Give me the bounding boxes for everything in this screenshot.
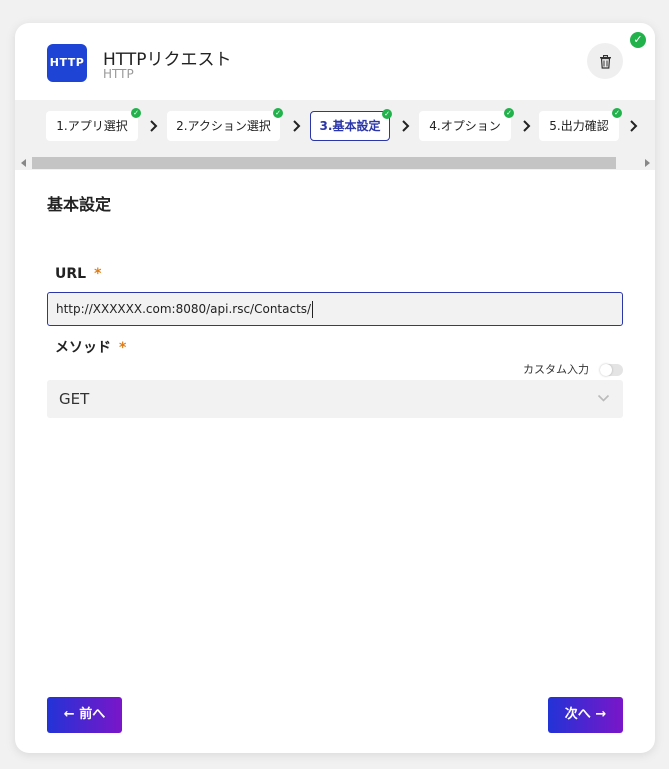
step-basic-settings[interactable]: 3.基本設定 ✓: [310, 109, 392, 141]
method-label: メソッド *: [55, 337, 126, 357]
toggle-knob: [600, 364, 612, 376]
url-input[interactable]: http://XXXXXX.com:8080/api.rsc/Contacts/: [47, 292, 623, 326]
trash-icon: [599, 54, 611, 69]
horizontal-scrollbar[interactable]: [15, 157, 655, 170]
required-marker: *: [119, 340, 127, 356]
url-input-value: http://XXXXXX.com:8080/api.rsc/Contacts/: [56, 302, 312, 316]
app-logo: HTTP: [47, 44, 87, 82]
check-circle-icon: ✓: [630, 32, 646, 48]
card-header: HTTP HTTPリクエスト HTTP: [15, 23, 655, 100]
section-title: 基本設定: [47, 195, 112, 214]
chevron-down-icon: [597, 394, 610, 402]
method-selected-value: GET: [59, 390, 90, 408]
step-label: 5.出力確認: [549, 119, 609, 133]
next-button-label: 次へ: [564, 707, 591, 722]
scroll-left-icon[interactable]: [21, 159, 26, 167]
method-label-text: メソッド: [55, 340, 111, 356]
scroll-right-icon[interactable]: [645, 159, 650, 167]
step-check-icon: ✓: [273, 108, 283, 118]
chevron-right-icon: [150, 120, 158, 132]
step-app-select[interactable]: 1.アプリ選択 ✓: [46, 108, 141, 141]
custom-input-label: カスタム入力: [523, 363, 589, 376]
chevron-right-icon: [523, 120, 531, 132]
chevron-right-icon: [402, 120, 410, 132]
custom-input-toggle[interactable]: [600, 364, 623, 376]
chevron-right-icon: [630, 120, 638, 132]
step-navigation: 1.アプリ選択 ✓ 2.アクション選択 ✓ 3.基本設定 ✓ 4.オプション ✓: [15, 100, 655, 170]
url-label-text: URL: [55, 266, 87, 282]
step-label: 1.アプリ選択: [56, 119, 128, 133]
chevron-right-icon: [293, 120, 301, 132]
step-check-icon: ✓: [382, 109, 392, 119]
prev-button-label: 前へ: [79, 707, 106, 722]
step-label: 3.基本設定: [319, 119, 381, 133]
connector-card: HTTP HTTPリクエスト HTTP 1.アプリ選択 ✓ 2.アクション選択 …: [15, 23, 655, 753]
step-label: 2.アクション選択: [176, 119, 271, 133]
method-select[interactable]: GET: [47, 380, 623, 418]
arrow-left-icon: ←: [63, 707, 75, 722]
next-button[interactable]: 次へ →: [548, 697, 623, 733]
arrow-right-icon: →: [595, 707, 607, 722]
prev-button[interactable]: ← 前へ: [47, 697, 122, 733]
step-check-icon: ✓: [131, 108, 141, 118]
app-subtitle: HTTP: [103, 67, 134, 81]
step-check-icon: ✓: [612, 108, 622, 118]
url-label: URL *: [55, 266, 101, 282]
required-marker: *: [94, 266, 102, 282]
scrollbar-thumb[interactable]: [32, 157, 616, 169]
step-options[interactable]: 4.オプション ✓: [419, 108, 514, 141]
step-check-icon: ✓: [504, 108, 514, 118]
delete-button[interactable]: [587, 43, 623, 79]
step-label: 4.オプション: [429, 119, 501, 133]
text-caret: [312, 301, 314, 318]
step-output-check[interactable]: 5.出力確認 ✓: [539, 108, 622, 141]
step-action-select[interactable]: 2.アクション選択 ✓: [167, 108, 283, 141]
